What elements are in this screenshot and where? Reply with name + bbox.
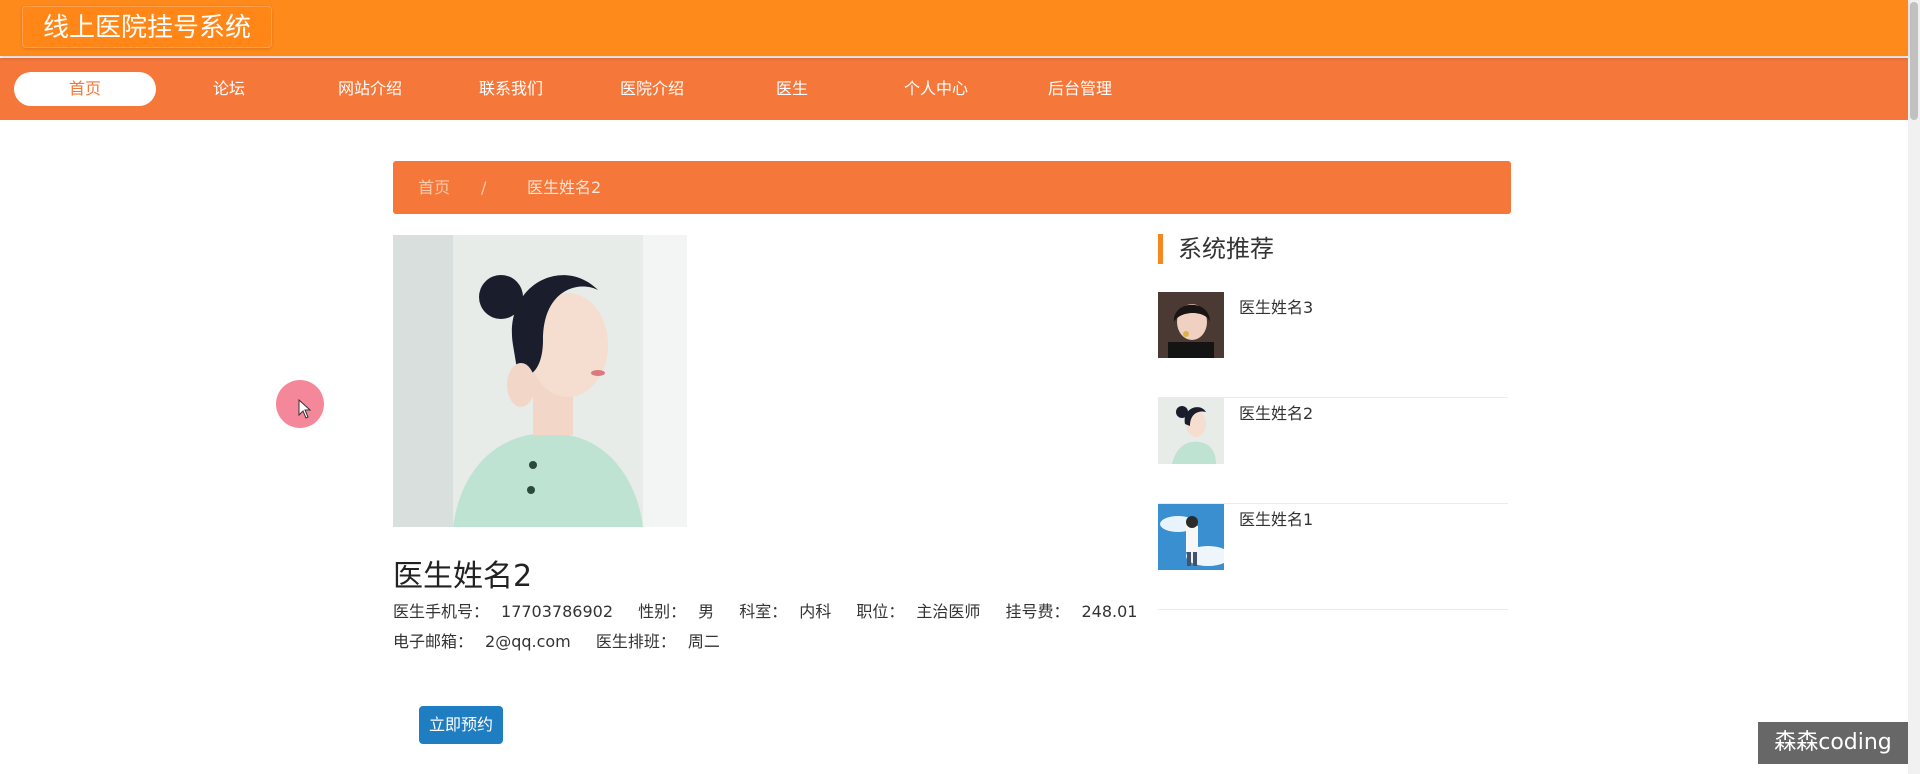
position-label: 职位： xyxy=(856,602,905,621)
recommend-item[interactable]: 医生姓名1 xyxy=(1158,504,1508,610)
schedule-value: 周二 xyxy=(687,632,720,651)
fee-label: 挂号费： xyxy=(1005,602,1070,621)
cursor-arrow-icon xyxy=(298,399,312,419)
nav-item-personal-center[interactable]: 个人中心 xyxy=(865,72,1007,106)
position-value: 主治医师 xyxy=(916,602,981,621)
gender-value: 男 xyxy=(698,602,715,621)
doctor-name: 医生姓名2 xyxy=(393,559,533,594)
recommend-item[interactable]: 医生姓名3 xyxy=(1158,292,1508,398)
department-value: 内科 xyxy=(799,602,832,621)
recommend-name[interactable]: 医生姓名1 xyxy=(1239,506,1313,530)
doctor-info-line-2: 电子邮箱： 2@qq.com 医生排班： 周二 xyxy=(393,628,740,652)
department-label: 科室： xyxy=(739,602,788,621)
recommend-name[interactable]: 医生姓名3 xyxy=(1239,294,1313,318)
phone-label: 医生手机号： xyxy=(393,602,490,621)
recommend-thumb[interactable] xyxy=(1158,292,1224,358)
scrollbar-thumb[interactable] xyxy=(1910,2,1918,120)
nav-item-home[interactable]: 首页 xyxy=(14,72,156,106)
header-bar: 线上医院挂号系统 xyxy=(0,0,1908,56)
book-appointment-button[interactable]: 立即预约 xyxy=(419,706,503,744)
doctor-info-line-1: 医生手机号： 17703786902 性别： 男 科室： 内科 职位： 主治医师 挂号费… xyxy=(393,598,1157,622)
recommend-title: 系统推荐 xyxy=(1158,234,1274,264)
watermark: 森森coding xyxy=(1758,722,1908,764)
schedule-label: 医生排班： xyxy=(595,632,676,651)
recommend-thumb[interactable] xyxy=(1158,504,1224,570)
gender-label: 性别： xyxy=(638,602,687,621)
email-label: 电子邮箱： xyxy=(393,632,474,651)
recommend-thumb[interactable] xyxy=(1158,398,1224,464)
phone-value: 17703786902 xyxy=(501,602,613,621)
nav-item-doctors[interactable]: 医生 xyxy=(721,72,863,106)
doctor-photo xyxy=(393,235,687,527)
fee-value: 248.01 xyxy=(1081,602,1138,621)
email-value: 2@qq.com xyxy=(485,632,571,651)
nav-item-admin[interactable]: 后台管理 xyxy=(1009,72,1151,106)
main-nav: 首页 论坛 网站介绍 联系我们 医院介绍 医生 个人中心 后台管理 xyxy=(0,58,1908,120)
breadcrumb-current: 医生姓名2 xyxy=(527,178,602,197)
nav-item-site-intro[interactable]: 网站介绍 xyxy=(299,72,441,106)
nav-item-contact[interactable]: 联系我们 xyxy=(440,72,582,106)
breadcrumb-home-link[interactable]: 首页 xyxy=(418,161,450,214)
vertical-scrollbar[interactable] xyxy=(1908,0,1920,774)
recommend-name[interactable]: 医生姓名2 xyxy=(1239,400,1313,424)
recommend-item[interactable]: 医生姓名2 xyxy=(1158,398,1508,504)
cursor-highlight xyxy=(276,380,324,428)
breadcrumb-separator: / xyxy=(481,178,487,197)
site-logo[interactable]: 线上医院挂号系统 xyxy=(22,6,273,48)
nav-item-forum[interactable]: 论坛 xyxy=(158,72,300,106)
breadcrumb: 首页 / 医生姓名2 xyxy=(393,161,1511,214)
nav-item-hospital-intro[interactable]: 医院介绍 xyxy=(581,72,723,106)
